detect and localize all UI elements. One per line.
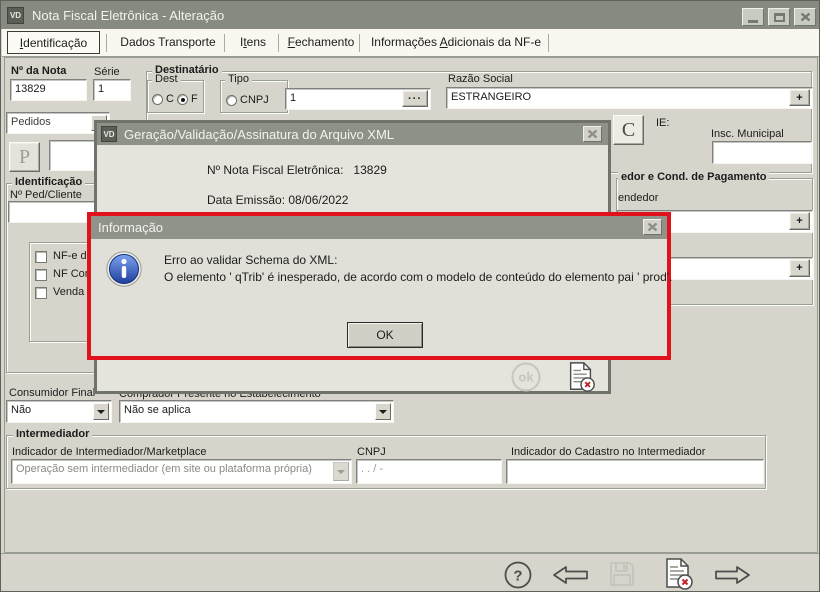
save-icon[interactable]	[608, 560, 636, 591]
close-icon[interactable]	[794, 8, 816, 26]
forward-arrow-icon[interactable]	[713, 563, 753, 590]
information-icon	[105, 250, 143, 291]
svg-text:?: ?	[513, 568, 522, 585]
add-cond-pagamento-button[interactable]: +	[789, 259, 810, 277]
indicador-intermediador-combo[interactable]: Operação sem intermediador (em site ou p…	[11, 459, 352, 484]
tipo-label: Tipo	[225, 73, 252, 85]
tab-fechamento[interactable]: Fechamento	[283, 31, 359, 54]
insc-municipal-field[interactable]	[712, 141, 812, 164]
window-title: Nota Fiscal Eletrônica - Alteração	[32, 7, 225, 23]
nota-field[interactable]: 13829	[10, 79, 87, 101]
comprador-combo[interactable]: Não se aplica	[119, 400, 394, 423]
indicador-intermediador-label: Indicador de Intermediador/Marketplace	[12, 446, 207, 458]
ped-cliente-label: Nº Ped/Cliente	[10, 189, 82, 201]
vendedor-label: endedor	[618, 192, 659, 204]
toolbar-divider	[1, 553, 819, 554]
minimize-icon[interactable]	[742, 8, 764, 26]
ok-button[interactable]: OK	[347, 322, 423, 348]
tab-informacoes-adicionais[interactable]: Informações Adicionais da NF-e	[364, 31, 548, 54]
add-vendedor-button[interactable]: +	[789, 212, 810, 230]
info-dialog: Informação Erro ao validar Schema do XML…	[87, 212, 673, 360]
error-message-line2: O elemento ' qTrib' é inesperado, de aco…	[164, 270, 673, 284]
xml-dialog-close-icon[interactable]	[583, 126, 602, 142]
browse-button[interactable]: ···	[402, 90, 428, 107]
xml-cancel-document-icon[interactable]	[565, 361, 597, 396]
xml-dialog-titlebar: VD Geração/Validação/Assinatura do Arqui…	[97, 123, 608, 145]
radio-dest-f[interactable]	[177, 94, 188, 105]
indicador-cadastro-label: Indicador do Cadastro no Intermediador	[511, 446, 706, 458]
radio-tipo-cnpj[interactable]	[226, 95, 237, 106]
radio-dest-c[interactable]	[152, 94, 163, 105]
serie-label: Série	[94, 66, 120, 78]
consumidor-combo-arrow-icon[interactable]	[93, 403, 109, 420]
xml-dialog-icon: VD	[101, 126, 117, 142]
error-message-line1: Erro ao validar Schema do XML:	[164, 253, 338, 267]
xml-dialog-title: Geração/Validação/Assinatura do Arquivo …	[124, 126, 395, 142]
dest-label: Dest	[152, 73, 181, 85]
indicador-combo-arrow-icon[interactable]	[333, 462, 349, 481]
nota-label: Nº da Nota	[11, 65, 67, 77]
intermediador-group-label: Intermediador	[13, 428, 93, 440]
serie-field[interactable]: 1	[93, 79, 131, 101]
svg-text:ok: ok	[518, 370, 534, 385]
ok-disabled-icon[interactable]: ok	[510, 361, 542, 396]
tab-dados-transporte[interactable]: Dados Transporte	[112, 31, 224, 54]
window-titlebar: VD Nota Fiscal Eletrônica - Alteração	[1, 1, 819, 29]
back-arrow-icon[interactable]	[550, 563, 590, 590]
ie-label: IE:	[656, 117, 670, 129]
razao-social-field[interactable]: ESTRANGEIRO +	[446, 87, 813, 109]
indicador-cadastro-field[interactable]	[506, 459, 764, 484]
app-window: VD Nota Fiscal Eletrônica - Alteração Id…	[0, 0, 820, 592]
help-icon[interactable]: ?	[503, 560, 533, 591]
cnpj-label: CNPJ	[357, 446, 386, 458]
tab-bar: Identificação Dados Transporte Itens Fec…	[2, 29, 819, 57]
cancel-document-icon[interactable]	[661, 557, 695, 591]
app-icon: VD	[7, 6, 24, 24]
p-button[interactable]: P	[9, 142, 40, 172]
razao-social-label: Razão Social	[448, 73, 513, 85]
vendedor-group-label: edor e Cond. de Pagamento	[618, 171, 770, 183]
xml-dialog-emissao-line: Data Emissão: 08/06/2022	[207, 193, 349, 207]
checkbox-nfe-ajuste[interactable]	[35, 251, 47, 263]
xml-dialog-nota-line: Nº Nota Fiscal Eletrônica: 13829	[207, 163, 387, 177]
checkbox-venda[interactable]	[35, 287, 47, 299]
insc-municipal-label: Insc. Municipal	[711, 128, 784, 140]
destinatario-codigo-field[interactable]: 1 ···	[285, 88, 431, 110]
identificacao-group-label: Identificação	[12, 176, 86, 188]
info-dialog-title: Informação	[98, 220, 164, 235]
maximize-icon[interactable]	[768, 8, 790, 26]
cnpj-field[interactable]: . . / -	[356, 459, 502, 484]
consumidor-final-label: Consumidor Final	[9, 387, 96, 399]
radio-tipo-cnpj-label: CNPJ	[240, 94, 269, 106]
info-dialog-close-icon[interactable]	[643, 219, 662, 235]
radio-dest-f-label: F	[191, 93, 198, 105]
radio-dest-c-label: C	[166, 93, 174, 105]
tab-identificacao[interactable]: Identificação	[7, 31, 100, 54]
comprador-combo-arrow-icon[interactable]	[375, 403, 391, 420]
consumidor-final-combo[interactable]: Não	[6, 400, 112, 423]
checkbox-nf-complementar[interactable]	[35, 269, 47, 281]
info-dialog-titlebar: Informação	[91, 216, 667, 239]
consulta-button[interactable]: C	[613, 115, 644, 145]
add-razao-button[interactable]: +	[789, 89, 810, 106]
tab-itens[interactable]: Itens	[228, 31, 278, 54]
